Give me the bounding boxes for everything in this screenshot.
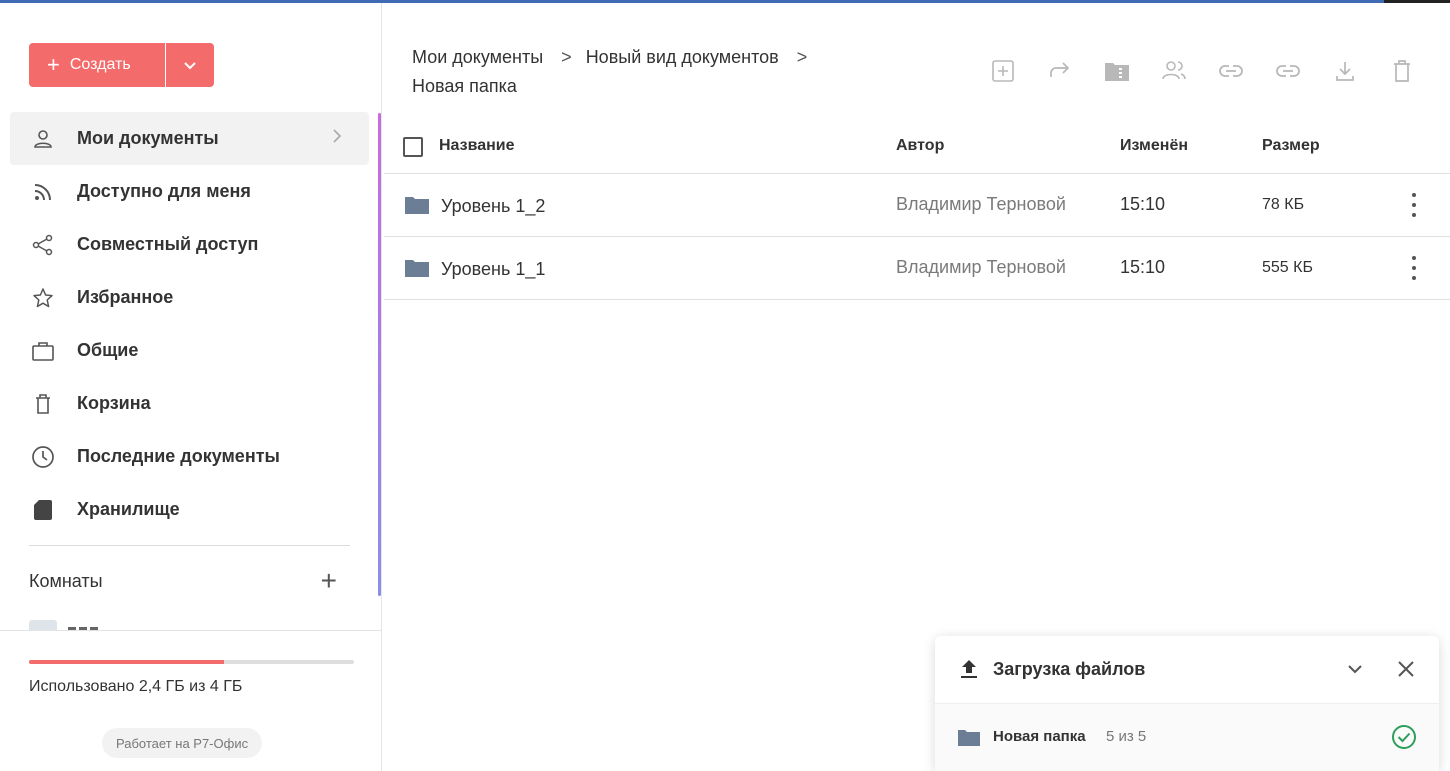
- rss-icon: [30, 179, 56, 205]
- window-top-bar-corner: [1384, 0, 1450, 3]
- storage-divider: [0, 630, 382, 631]
- download-icon: [1335, 61, 1354, 81]
- breadcrumb-item[interactable]: Мои документы: [412, 47, 543, 67]
- share-users-button[interactable]: [1156, 53, 1191, 88]
- sidebar-nav: Мои документы Доступно для меня Совместн…: [10, 112, 369, 536]
- folder-icon: [405, 260, 429, 277]
- breadcrumb-item[interactable]: Новый вид документов: [586, 47, 779, 67]
- link-icon: [1275, 64, 1300, 77]
- upload-item: Новая папка 5 из 5: [935, 704, 1439, 771]
- row-author: Владимир Терновой: [896, 257, 1066, 277]
- move-button[interactable]: [1042, 53, 1077, 88]
- clock-icon: [30, 444, 56, 470]
- file-table-header: Название Автор Изменён Размер: [384, 120, 1450, 174]
- column-header-author[interactable]: Автор: [896, 137, 944, 155]
- upload-panel: Загрузка файлов Новая папка 5 из 5: [935, 636, 1439, 771]
- storage-usage-text: Использовано 2,4 ГБ из 4 ГБ: [29, 678, 243, 695]
- folder-zip-icon: [1104, 62, 1129, 81]
- upload-panel-header: Загрузка файлов: [935, 636, 1439, 704]
- select-all-checkbox[interactable]: [403, 137, 423, 157]
- column-header-size[interactable]: Размер: [1262, 137, 1320, 155]
- sidebar-scroll-accent: [378, 113, 381, 596]
- sidebar-item-my-documents[interactable]: Мои документы: [10, 112, 369, 165]
- chevron-right-icon: [331, 128, 343, 149]
- users-icon: [1161, 60, 1186, 79]
- delete-button[interactable]: [1384, 53, 1419, 88]
- sidebar-item-label: Доступно для меня: [77, 181, 251, 201]
- row-size: 78 КБ: [1262, 196, 1305, 213]
- sidebar-item-label: Избранное: [77, 287, 174, 307]
- toolbar: [985, 53, 1419, 88]
- chevron-down-icon: [184, 62, 196, 70]
- room-avatar[interactable]: [29, 620, 57, 630]
- chevron-down-icon[interactable]: [1345, 659, 1365, 684]
- sidebar-item-favorites[interactable]: Избранное: [10, 271, 369, 324]
- chevron-right-icon: >: [561, 47, 572, 67]
- sidebar-divider: [29, 545, 350, 546]
- check-circle-icon: [1391, 724, 1417, 755]
- rooms-section-header: Комнаты +: [29, 567, 341, 595]
- create-dropdown-button[interactable]: [166, 43, 214, 87]
- breadcrumb: Мои документы > Новый вид документов > Нова…: [412, 43, 882, 101]
- column-header-modified[interactable]: Изменён: [1120, 137, 1188, 155]
- row-size: 555 КБ: [1262, 259, 1313, 276]
- sidebar-item-storage[interactable]: Хранилище: [10, 483, 369, 536]
- copy-link-button[interactable]: [1213, 53, 1248, 88]
- external-link-button[interactable]: [1270, 53, 1305, 88]
- folder-icon: [405, 197, 429, 214]
- star-icon: [30, 285, 56, 311]
- storage-usage-bar: [29, 660, 354, 664]
- trash-icon: [1393, 59, 1410, 82]
- add-box-icon: [991, 59, 1014, 82]
- sidebar-item-label: Последние документы: [77, 446, 280, 466]
- column-header-name[interactable]: Название: [439, 137, 515, 155]
- rooms-label: Комнаты: [29, 570, 103, 591]
- powered-by-badge: Работает на Р7-Офис: [102, 728, 263, 758]
- briefcase-icon: [30, 338, 56, 364]
- upload-icon: [959, 658, 979, 685]
- trash-icon: [30, 391, 56, 417]
- chevron-right-icon: >: [796, 47, 808, 67]
- upload-item-name[interactable]: Новая папка: [993, 728, 1086, 745]
- sd-card-icon: [30, 497, 56, 523]
- sidebar-item-label: Корзина: [77, 393, 151, 413]
- table-row[interactable]: Уровень 1_1 Владимир Терновой 15:10 555 …: [384, 237, 1450, 300]
- archive-button[interactable]: [1099, 53, 1134, 88]
- sidebar-item-recent[interactable]: Последние документы: [10, 430, 369, 483]
- person-icon: [30, 126, 56, 152]
- sidebar-item-label: Общие: [77, 340, 139, 360]
- create-button-label: Создать: [69, 56, 131, 73]
- row-modified: 15:10: [1120, 194, 1166, 214]
- download-button[interactable]: [1327, 53, 1362, 88]
- upload-item-count: 5 из 5: [1106, 728, 1147, 745]
- row-name[interactable]: Уровень 1_2: [441, 196, 545, 217]
- upload-panel-title: Загрузка файлов: [993, 659, 1146, 679]
- sidebar-item-available-for-me[interactable]: Доступно для меня: [10, 165, 369, 218]
- new-item-button[interactable]: [985, 53, 1020, 88]
- storage-usage-fill: [29, 660, 224, 664]
- folder-icon: [958, 730, 980, 746]
- link-icon: [1218, 64, 1243, 77]
- breadcrumb-current: Новая папка: [412, 76, 517, 96]
- add-room-icon[interactable]: +: [321, 567, 337, 595]
- row-author: Владимир Терновой: [896, 194, 1066, 214]
- share-icon: [30, 232, 56, 258]
- more-options-icon[interactable]: [1404, 256, 1424, 280]
- sidebar-item-label: Мои документы: [77, 128, 219, 148]
- row-name[interactable]: Уровень 1_1: [441, 259, 545, 280]
- sidebar-item-trash[interactable]: Корзина: [10, 377, 369, 430]
- sidebar: + Создать Мои документы Доступно для мен…: [0, 3, 382, 771]
- row-modified: 15:10: [1120, 257, 1166, 277]
- forward-arrow-icon: [1049, 61, 1069, 77]
- create-button[interactable]: + Создать: [29, 43, 165, 87]
- sidebar-item-label: Хранилище: [77, 499, 180, 519]
- sidebar-item-common[interactable]: Общие: [10, 324, 369, 377]
- sidebar-item-shared-access[interactable]: Совместный доступ: [10, 218, 369, 271]
- create-button-group: + Создать: [29, 43, 214, 89]
- close-icon[interactable]: [1395, 658, 1417, 685]
- sidebar-item-label: Совместный доступ: [77, 234, 259, 254]
- plus-icon: +: [47, 52, 60, 77]
- table-row[interactable]: Уровень 1_2 Владимир Терновой 15:10 78 К…: [384, 174, 1450, 237]
- more-options-icon[interactable]: [1404, 193, 1424, 217]
